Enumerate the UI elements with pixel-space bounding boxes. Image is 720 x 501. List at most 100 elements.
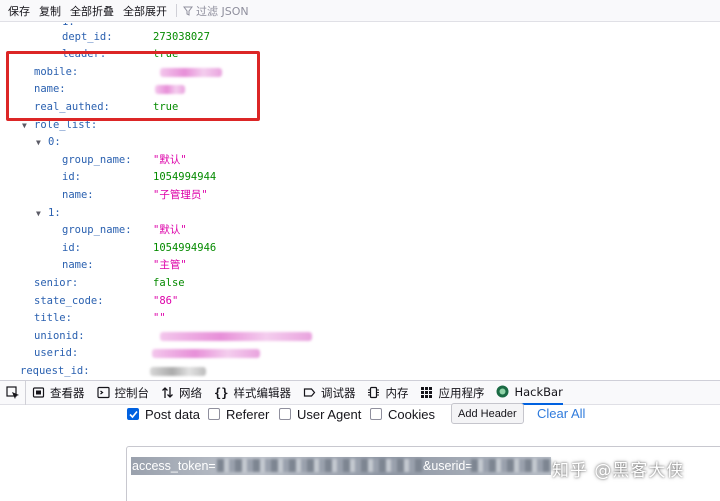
tab-label: 调试器 — [320, 385, 356, 400]
expand-triangle-icon[interactable]: ▼ — [36, 205, 41, 222]
json-row-dept-id[interactable]: dept_id: 273038027 — [0, 29, 720, 46]
json-value: "86" — [153, 295, 179, 307]
json-value: 1054994944 — [153, 171, 217, 183]
json-value: "子管理员" — [153, 189, 208, 201]
json-row-role1-group-name[interactable]: group_name: "默认" — [0, 222, 720, 239]
tab-label: HackBar — [514, 384, 563, 399]
braces-icon: {} — [214, 385, 229, 400]
json-value: false — [153, 277, 185, 289]
red-highlight-annotation — [6, 51, 260, 121]
console-icon — [96, 386, 110, 399]
json-value: 1054994946 — [153, 242, 217, 254]
tab-memory[interactable]: 内存 — [367, 381, 408, 405]
memory-chip-icon — [367, 386, 380, 399]
debugger-icon — [303, 386, 316, 399]
json-key: id: — [62, 242, 81, 254]
watermark: 知乎 @黑客大侠 — [552, 461, 685, 481]
redacted-token — [217, 459, 422, 472]
redacted-userid — [471, 459, 551, 472]
checkbox-checked-icon — [127, 408, 139, 420]
checkbox-icon — [370, 408, 382, 420]
add-header-button[interactable]: Add Header — [451, 403, 524, 424]
checkbox-label: User Agent — [297, 406, 362, 422]
checkbox-icon — [208, 408, 220, 420]
json-row-role-0[interactable]: ▼ 0: — [0, 134, 720, 151]
user-agent-checkbox[interactable]: User Agent — [279, 406, 361, 422]
tab-label: 网络 — [179, 385, 202, 400]
json-viewer-toolbar: 保存 复制 全部折叠 全部展开 过滤 JSON — [0, 0, 720, 22]
json-row-senior[interactable]: senior: false — [0, 275, 720, 292]
tab-label: 查看器 — [50, 385, 85, 400]
filter-icon — [183, 6, 193, 16]
json-value: 273038027 — [153, 31, 210, 43]
filter-json-input[interactable]: 过滤 JSON — [183, 3, 249, 19]
tab-console[interactable]: 控制台 — [96, 381, 150, 405]
json-key: dept_id: — [62, 31, 113, 43]
tab-hackbar[interactable]: HackBar — [496, 381, 563, 405]
collapse-all-button[interactable]: 全部折叠 — [70, 3, 114, 19]
inspector-icon — [32, 386, 45, 399]
tab-label: 内存 — [385, 385, 409, 400]
post-userid-key: &userid= — [423, 459, 473, 473]
json-row-role1-id[interactable]: id: 1054994946 — [0, 240, 720, 257]
redacted-value — [152, 349, 260, 358]
json-key: senior: — [34, 277, 79, 289]
element-picker-icon — [5, 385, 19, 399]
copy-button[interactable]: 复制 — [39, 3, 61, 19]
redacted-value — [150, 367, 206, 376]
hackbar-icon — [496, 385, 509, 398]
checkbox-label: Referer — [226, 406, 270, 422]
tab-application[interactable]: 应用程序 — [420, 381, 484, 405]
tab-style-editor[interactable]: {} 样式编辑器 — [214, 381, 291, 405]
json-row-role0-group-name[interactable]: group_name: "默认" — [0, 152, 720, 169]
grid-icon — [420, 386, 433, 399]
json-key: id: — [62, 171, 81, 183]
json-key: 0: — [48, 136, 61, 148]
json-key: title: — [34, 312, 72, 324]
expand-triangle-icon[interactable]: ▼ — [36, 134, 41, 151]
json-key: unionid: — [34, 330, 85, 342]
json-key: name: — [62, 259, 94, 271]
cookies-checkbox[interactable]: Cookies — [370, 406, 435, 422]
json-key: 1: — [48, 207, 61, 219]
json-row-role1-name[interactable]: name: "主管" — [0, 257, 720, 274]
post-data-checkbox[interactable]: Post data — [127, 406, 200, 422]
checkbox-label: Cookies — [388, 406, 435, 422]
json-key: name: — [62, 189, 94, 201]
toolbar-divider — [176, 4, 177, 17]
json-key: request_id: — [20, 365, 90, 377]
tab-inspector[interactable]: 查看器 — [32, 381, 85, 405]
json-row-userid[interactable]: userid: — [0, 345, 720, 362]
json-value: "默认" — [153, 154, 187, 166]
json-key: state_code: — [34, 295, 104, 307]
tab-label: 应用程序 — [438, 385, 485, 400]
json-key: group_name: — [62, 224, 132, 236]
checkbox-icon — [279, 408, 291, 420]
json-value: "主管" — [153, 259, 187, 271]
tab-debugger[interactable]: 调试器 — [303, 381, 356, 405]
json-row-unionid[interactable]: unionid: — [0, 328, 720, 345]
json-row-role-1[interactable]: ▼ 1: — [0, 205, 720, 222]
json-key: group_name: — [62, 154, 132, 166]
json-row-state-code[interactable]: state_code: "86" — [0, 293, 720, 310]
referer-checkbox[interactable]: Referer — [208, 406, 269, 422]
tab-network[interactable]: 网络 — [161, 381, 202, 405]
devtools-tab-bar: 查看器 控制台 网络 {} 样式编辑器 调试器 内存 应用程序 HackBar — [0, 380, 720, 405]
element-picker-button[interactable] — [0, 380, 26, 405]
json-row-title[interactable]: title: "" — [0, 310, 720, 327]
json-value: "" — [153, 312, 166, 324]
json-row-role0-id[interactable]: id: 1054994944 — [0, 169, 720, 186]
json-key: userid: — [34, 347, 79, 359]
clear-all-link[interactable]: Clear All — [537, 406, 585, 421]
expand-all-button[interactable]: 全部展开 — [123, 3, 167, 19]
json-row-request-id[interactable]: request_id: — [0, 363, 720, 378]
filter-placeholder: 过滤 JSON — [196, 4, 249, 18]
post-access-token-key: access_token= — [132, 459, 216, 473]
hackbar-panel: Post data Referer User Agent Cookies Add… — [0, 403, 720, 501]
save-button[interactable]: 保存 — [8, 3, 30, 19]
checkbox-label: Post data — [145, 406, 200, 422]
json-row-role0-name[interactable]: name: "子管理员" — [0, 187, 720, 204]
network-arrows-icon — [161, 386, 174, 399]
tab-label: 样式编辑器 — [233, 385, 291, 400]
tab-label: 控制台 — [114, 385, 150, 400]
